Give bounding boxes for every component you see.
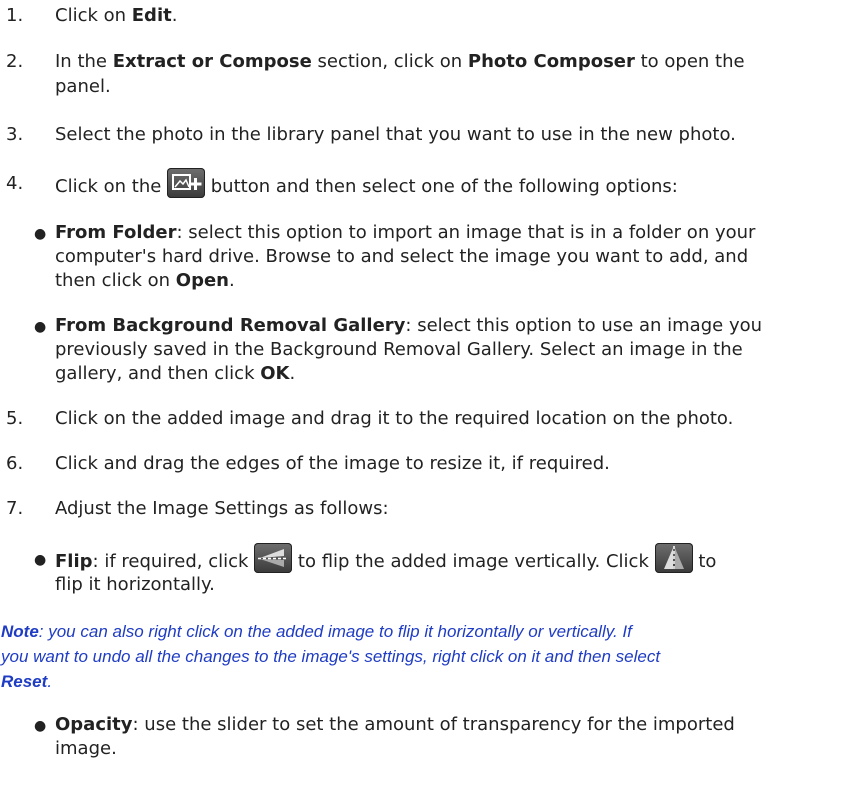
step-text: In the <box>55 51 113 72</box>
step-text: Click on <box>55 5 132 26</box>
note-text: : you can also right click on the added … <box>38 622 632 641</box>
option-text: . <box>289 363 296 384</box>
setting-text: flip it horizontally. <box>55 574 215 595</box>
step-text: Click and drag the edges of the image to… <box>55 453 610 474</box>
option-text: computer's hard drive. Browse to and sel… <box>55 246 749 267</box>
step-number: 2. <box>6 51 24 72</box>
from-background-removal-gallery-term: From Background Removal Gallery <box>55 315 406 336</box>
note-line-1: Note: you can also right click on the ad… <box>1 620 632 644</box>
setting-text: : use the slider to set the amount of tr… <box>132 714 735 735</box>
step-text: Adjust the Image Settings as follows: <box>55 498 389 519</box>
bullet-icon: ● <box>34 552 47 568</box>
step-text: Click on the added image and drag it to … <box>55 408 734 429</box>
edit-term: Edit <box>131 5 172 26</box>
option-text: then click on Open. <box>55 269 235 293</box>
step-number: 6. <box>6 453 24 474</box>
from-folder-term: From Folder <box>55 222 177 243</box>
option-text: gallery, and then click <box>55 363 261 384</box>
opacity-term: Opacity <box>55 714 133 735</box>
add-image-icon[interactable] <box>167 168 206 198</box>
step-text: to open the <box>634 51 745 72</box>
note-label: Note <box>1 622 39 641</box>
note-line-3: Reset. <box>1 670 52 694</box>
option-text: then click on <box>55 270 176 291</box>
option-text: . <box>228 270 235 291</box>
step-text: Click on the <box>55 176 168 197</box>
option-text: : select this option to import an image … <box>176 222 756 243</box>
option-text: previously saved in the Background Remov… <box>55 339 743 360</box>
step-number: 4. <box>6 173 24 194</box>
step-text: Select the photo in the library panel th… <box>55 124 736 145</box>
step-text: section, click on <box>311 51 468 72</box>
bullet-icon: ● <box>34 319 47 335</box>
flip-horizontal-icon[interactable] <box>654 543 693 573</box>
extract-or-compose-term: Extract or Compose <box>112 51 312 72</box>
step-text-end: . <box>171 5 178 26</box>
open-term: Open <box>175 270 229 291</box>
step-number: 1. <box>6 5 24 26</box>
step-text: button and then select one of the follow… <box>205 176 678 197</box>
setting-text: : if required, click <box>92 551 255 572</box>
step-2-continued: panel. <box>55 76 111 97</box>
note-text: . <box>47 672 53 691</box>
note-line-2: you want to undo all the changes to the … <box>1 647 661 666</box>
setting-text: to <box>692 551 717 572</box>
step-number: 7. <box>6 498 24 519</box>
photo-composer-term: Photo Composer <box>467 51 635 72</box>
ok-term: OK <box>260 363 290 384</box>
flip-term: Flip <box>55 551 93 572</box>
setting-text: to flip the added image vertically. Clic… <box>292 551 655 572</box>
reset-term: Reset <box>1 672 48 691</box>
setting-text: image. <box>55 738 117 759</box>
option-text: gallery, and then click OK. <box>55 362 295 386</box>
step-number: 5. <box>6 408 24 429</box>
flip-vertical-icon[interactable] <box>254 543 293 573</box>
step-number: 3. <box>6 124 24 145</box>
option-text: : select this option to use an image you <box>405 315 763 336</box>
bullet-icon: ● <box>34 718 47 734</box>
bullet-icon: ● <box>34 226 47 242</box>
